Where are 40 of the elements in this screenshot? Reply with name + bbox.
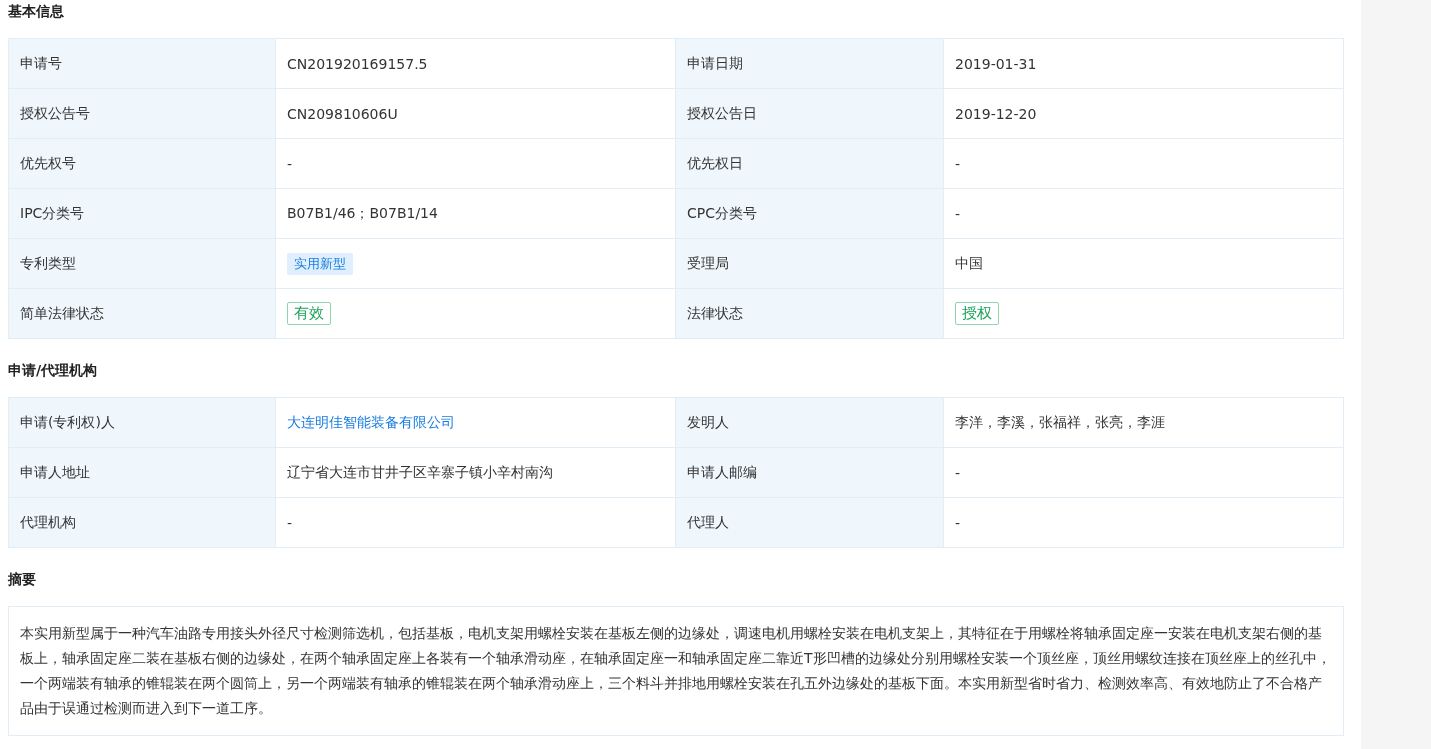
value-text: - (287, 155, 293, 172)
label-cell: 申请(专利权)人 (9, 398, 276, 448)
label-cell: 授权公告号 (9, 89, 276, 139)
label-cell: 法律状态 (676, 289, 944, 339)
label-cell: 优先权日 (676, 139, 944, 189)
value-text: 中国 (955, 254, 983, 273)
label-cell: 受理局 (676, 239, 944, 289)
label-cell: 申请人地址 (9, 448, 276, 498)
label-cell: CPC分类号 (676, 189, 944, 239)
label-cell: 发明人 (676, 398, 944, 448)
value-text: CN201920169157.5 (287, 55, 428, 72)
value-text: 辽宁省大连市甘井子区辛寨子镇小辛村南沟 (287, 463, 553, 482)
value-text: 2019-01-31 (955, 55, 1037, 72)
section-title: 申请/代理机构 (8, 361, 99, 380)
value-text: B07B1/46；B07B1/14 (287, 204, 438, 223)
value-text: 李洋，李溪，张福祥，张亮，李涯 (955, 413, 1165, 432)
section-title: 基本信息 (8, 2, 65, 21)
status-tag: 授权 (955, 302, 999, 325)
label-cell: IPC分类号 (9, 189, 276, 239)
value-text: - (955, 205, 961, 222)
label-cell: 代理人 (676, 498, 944, 548)
section-title: 摘要 (8, 570, 37, 589)
label-cell: 简单法律状态 (9, 289, 276, 339)
value-text: - (955, 155, 961, 172)
status-tag: 有效 (287, 302, 331, 325)
value-text: 2019-12-20 (955, 105, 1037, 122)
value-text: CN209810606U (287, 105, 398, 122)
value-text: - (955, 464, 961, 481)
patent-type-tag: 实用新型 (287, 252, 353, 275)
applicant-link[interactable]: 大连明佳智能装备有限公司 (287, 413, 455, 432)
value-text: - (287, 514, 293, 531)
label-cell: 申请号 (9, 39, 276, 89)
label-cell: 申请人邮编 (676, 448, 944, 498)
abstract-text: 本实用新型属于一种汽车油路专用接头外径尺寸检测筛选机，包括基板，电机支架用螺栓安装在基板左侧的边缘处，调速电机用螺栓安装在电机支架上，其特征在于用螺栓将轴承固定座一安装在电机支架右侧的基板上，轴承固定座二装在基板右侧的边缘处，在两个轴承固定座上各装有一个轴承滑动座，在轴承固定座一和轴承固定座二靠近T形凹槽的边缘处分别用螺栓安装一个顶丝座，顶丝用螺纹连接在顶丝座上的丝孔中，一个两端装有轴承的锥辊装在两个圆筒上，另一个两端装有轴承的锥辊装在两个轴承滑动座上，三个料斗并排地用螺栓安装在孔五外边缘处的基板下面。本实用新型省时省力、检测效率高、有效地防止了不合格产品由于误通过检测而进入到下一道工序。 (8, 606, 1344, 736)
value-text: - (955, 514, 961, 531)
label-cell: 优先权号 (9, 139, 276, 189)
label-cell: 专利类型 (9, 239, 276, 289)
label-cell: 申请日期 (676, 39, 944, 89)
label-cell: 代理机构 (9, 498, 276, 548)
label-cell: 授权公告日 (676, 89, 944, 139)
